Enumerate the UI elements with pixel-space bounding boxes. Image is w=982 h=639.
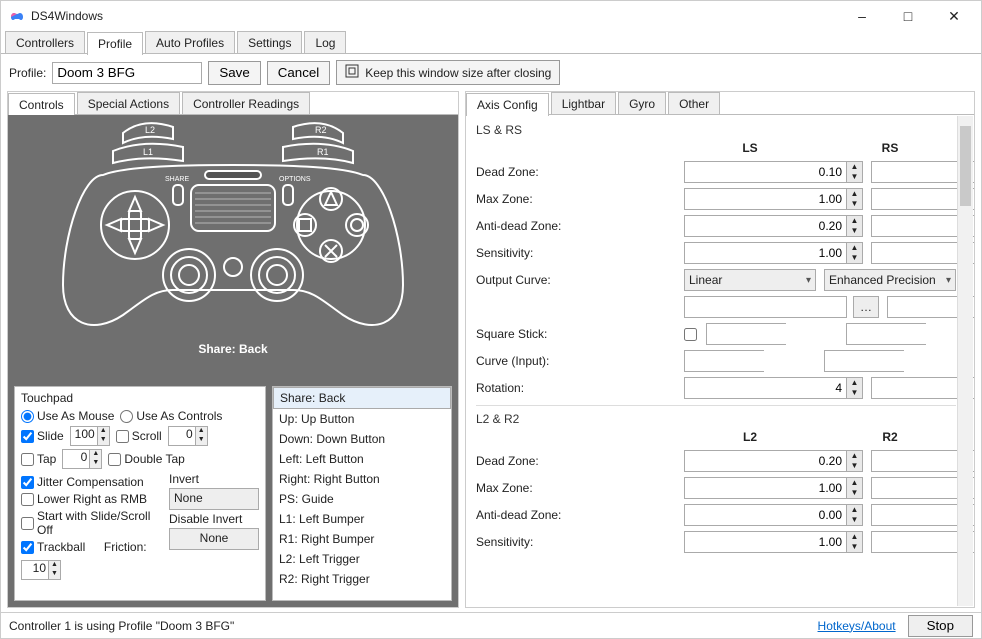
list-item[interactable]: R1: Right Bumper <box>273 529 451 549</box>
l2-antidead[interactable]: ▲▼ <box>684 504 863 526</box>
list-item[interactable]: Left: Left Button <box>273 449 451 469</box>
list-item[interactable]: Share: Back <box>273 387 451 409</box>
ls-antidead[interactable]: ▲▼ <box>684 215 863 237</box>
touchpad-header: Touchpad <box>21 391 259 405</box>
svg-text:R2: R2 <box>315 125 327 135</box>
svg-text:L2: L2 <box>145 125 155 135</box>
ls-square-val[interactable]: ▲▼ <box>706 323 786 345</box>
left-tabstrip: Controls Special Actions Controller Read… <box>8 92 458 115</box>
tab-special-actions[interactable]: Special Actions <box>77 92 180 115</box>
list-item[interactable]: Down: Down Button <box>273 429 451 449</box>
scroll-check[interactable]: Scroll <box>116 429 162 443</box>
list-item[interactable]: Right: Right Button <box>273 469 451 489</box>
axis-scrollbar[interactable] <box>957 116 973 606</box>
disable-invert-select[interactable]: None <box>169 528 259 550</box>
touchpad-panel: Touchpad Use As Mouse Use As Controls Sl… <box>14 386 266 601</box>
profile-name-input[interactable] <box>52 62 202 84</box>
start-slide-check[interactable]: Start with Slide/Scroll Off <box>21 509 161 537</box>
main-tabstrip: Controllers Profile Auto Profiles Settin… <box>1 31 981 54</box>
rs-output-curve[interactable]: Enhanced Precision▾ <box>824 269 956 291</box>
slide-value[interactable]: 100▲▼ <box>70 426 110 446</box>
minimize-button[interactable]: – <box>839 2 885 30</box>
svg-text:SHARE: SHARE <box>165 176 189 183</box>
tab-autoprofiles[interactable]: Auto Profiles <box>145 31 235 54</box>
ls-deadzone[interactable]: ▲▼ <box>684 161 863 183</box>
ls-output-curve[interactable]: Linear▾ <box>684 269 816 291</box>
tab-controllers[interactable]: Controllers <box>5 31 85 54</box>
rs-square-val[interactable]: ▲▼ <box>846 323 926 345</box>
tab-settings[interactable]: Settings <box>237 31 302 54</box>
ls-rotation[interactable]: ▲▼ <box>684 377 863 399</box>
tab-other[interactable]: Other <box>668 92 720 115</box>
tab-controller-readings[interactable]: Controller Readings <box>182 92 310 115</box>
hotkeys-link[interactable]: Hotkeys/About <box>818 619 896 633</box>
group-lsrs: LS & RS <box>476 123 956 139</box>
app-icon <box>9 8 25 24</box>
ls-curve-input[interactable]: ▲▼ <box>684 350 764 372</box>
tab-lightbar[interactable]: Lightbar <box>551 92 616 115</box>
list-item[interactable]: Up: Up Button <box>273 409 451 429</box>
ls-sens[interactable]: ▲▼ <box>684 242 863 264</box>
controller-caption: Share: Back <box>198 342 267 356</box>
tap-value[interactable]: 0▲▼ <box>62 449 102 469</box>
list-item[interactable]: L2: Left Trigger <box>273 549 451 569</box>
tab-controls[interactable]: Controls <box>8 93 75 116</box>
status-text: Controller 1 is using Profile "Doom 3 BF… <box>9 619 234 633</box>
svg-text:OPTIONS: OPTIONS <box>279 176 311 183</box>
stop-button[interactable]: Stop <box>908 615 973 637</box>
save-button[interactable]: Save <box>208 61 260 85</box>
list-item[interactable]: PS: Guide <box>273 489 451 509</box>
scroll-value[interactable]: 0▲▼ <box>168 426 208 446</box>
tab-gyro[interactable]: Gyro <box>618 92 666 115</box>
ls-square-check[interactable] <box>684 328 697 341</box>
titlebar: DS4Windows – □ ✕ <box>1 1 981 31</box>
profile-bar: Profile: Save Cancel Keep this window si… <box>1 54 981 91</box>
ls-maxzone[interactable]: ▲▼ <box>684 188 863 210</box>
axis-config-scroll[interactable]: LS & RS LSRS Dead Zone: ▲▼ ▲▼ Max Zone: … <box>466 115 974 607</box>
ls-curve-browse[interactable]: … <box>853 296 879 318</box>
l2-maxzone[interactable]: ▲▼ <box>684 477 863 499</box>
trackball-check[interactable]: Trackball <box>21 540 85 554</box>
svg-text:L1: L1 <box>143 147 153 157</box>
list-item[interactable]: R2: Right Trigger <box>273 569 451 589</box>
rs-curve-input[interactable]: ▲▼ <box>824 350 904 372</box>
keep-size-button[interactable]: Keep this window size after closing <box>336 60 560 85</box>
invert-select[interactable]: None <box>169 488 259 510</box>
list-item[interactable]: L1: Left Bumper <box>273 509 451 529</box>
profile-label: Profile: <box>9 66 46 80</box>
window-size-icon <box>345 64 359 81</box>
jitter-check[interactable]: Jitter Compensation <box>21 475 144 489</box>
l2-deadzone[interactable]: ▲▼ <box>684 450 863 472</box>
mapping-list[interactable]: Share: Back Up: Up Button Down: Down But… <box>272 386 452 601</box>
tab-log[interactable]: Log <box>304 31 346 54</box>
doubletap-check[interactable]: Double Tap <box>108 452 185 466</box>
use-as-mouse-radio[interactable]: Use As Mouse <box>21 409 114 423</box>
svg-text:R1: R1 <box>317 147 329 157</box>
lower-right-check[interactable]: Lower Right as RMB <box>21 492 147 506</box>
l2-sens[interactable]: ▲▼ <box>684 531 863 553</box>
window-title: DS4Windows <box>31 9 103 23</box>
status-bar: Controller 1 is using Profile "Doom 3 BF… <box>1 612 981 638</box>
group-l2r2: L2 & R2 <box>476 412 956 428</box>
friction-value[interactable]: 10▲▼ <box>21 560 61 580</box>
tab-axis-config[interactable]: Axis Config <box>466 93 549 116</box>
controller-layout[interactable]: L2 R2 L1 R1 <box>8 115 458 380</box>
use-as-controls-radio[interactable]: Use As Controls <box>120 409 222 423</box>
right-tabstrip: Axis Config Lightbar Gyro Other <box>466 92 974 115</box>
maximize-button[interactable]: □ <box>885 2 931 30</box>
cancel-button[interactable]: Cancel <box>267 61 331 85</box>
close-button[interactable]: ✕ <box>931 2 977 30</box>
tap-check[interactable]: Tap <box>21 452 56 466</box>
ls-custom-curve[interactable] <box>684 296 847 318</box>
tab-profile[interactable]: Profile <box>87 32 143 55</box>
controller-svg: L2 R2 L1 R1 <box>43 115 423 340</box>
slide-check[interactable]: Slide <box>21 429 64 443</box>
